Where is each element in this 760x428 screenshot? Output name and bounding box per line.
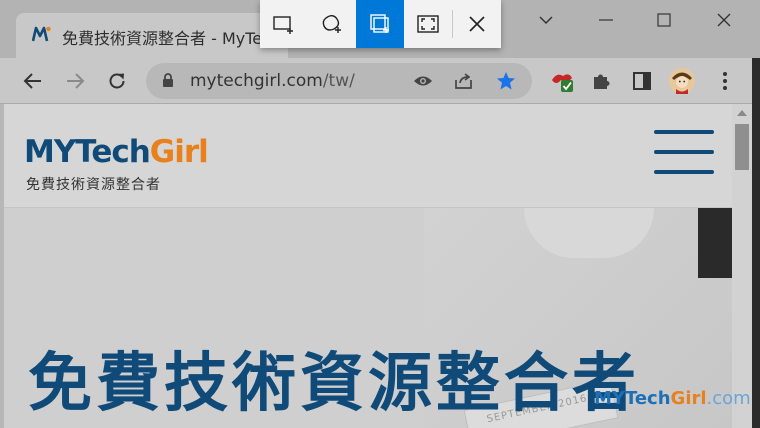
puzzle-icon: [594, 74, 610, 89]
site-logo[interactable]: MYTechGirl 免費技術資源整合者: [24, 134, 209, 193]
back-button[interactable]: [19, 67, 47, 95]
freeform-snip-icon: [322, 15, 341, 33]
logo-my: MY: [24, 134, 76, 170]
extension-logo-icon: [552, 74, 573, 92]
watermark-tech: Tech: [624, 388, 671, 409]
logo-wordmark: MYTechGirl: [24, 134, 209, 170]
chevron-down-icon: [539, 16, 553, 25]
reload-button[interactable]: [103, 67, 131, 95]
hamburger-line-icon: [654, 170, 714, 174]
window-snip-icon: [370, 14, 389, 33]
browser-tab[interactable]: 免費技術資源整合者 - MyTec: [16, 13, 288, 58]
browser-window: 免費技術資源整合者 - MyTec mytechgirl.com/tw/ MYT…: [0, 0, 760, 428]
close-snip-button[interactable]: [453, 0, 501, 48]
browser-toolbar: mytechgirl.com/tw/: [0, 58, 760, 104]
extension-button[interactable]: [548, 67, 576, 95]
side-panel-icon: [633, 72, 651, 90]
rectangular-snip-button[interactable]: [260, 0, 308, 48]
watermark-girl: Girl: [670, 388, 707, 409]
maximize-button[interactable]: [634, 5, 694, 35]
hero-photo-dark-area: [698, 208, 732, 278]
hero-photo-shape: [524, 208, 654, 258]
logo-tagline: 免費技術資源整合者: [26, 177, 161, 193]
site-header: MYTechGirl 免費技術資源整合者: [4, 104, 732, 208]
watermark-my: MY: [594, 388, 625, 409]
minimize-icon: [599, 19, 613, 21]
avatar-icon: [669, 68, 695, 94]
profile-button[interactable]: [668, 67, 696, 95]
view-button[interactable]: [411, 69, 435, 93]
reload-icon: [109, 73, 125, 89]
fullscreen-snip-icon: [417, 15, 439, 33]
window-right-border: [752, 58, 760, 428]
freeform-snip-button[interactable]: [308, 0, 356, 48]
tab-search-button[interactable]: [516, 5, 576, 35]
tab-title: 免費技術資源整合者 - MyTec: [62, 29, 271, 48]
snipping-toolbar: [260, 0, 501, 48]
close-window-button[interactable]: [694, 5, 754, 35]
hamburger-line-icon: [654, 150, 714, 154]
arrow-left-icon: [23, 73, 41, 89]
browser-menu-button[interactable]: [711, 67, 739, 95]
extensions-menu-button[interactable]: [587, 67, 615, 95]
logo-girl: Girl: [149, 134, 209, 170]
window-snip-button[interactable]: [356, 0, 404, 48]
watermark-domain: .com: [706, 388, 751, 409]
address-bar[interactable]: mytechgirl.com/tw/: [146, 63, 532, 99]
bookmark-button[interactable]: [494, 69, 518, 93]
web-page: MYTechGirl 免費技術資源整合者 SEPTEMBER 2016 免費技術…: [4, 104, 732, 428]
logo-tech: Tech: [75, 134, 150, 170]
hero-title: 免費技術資源整合者: [28, 347, 640, 421]
watermark: MYTechGirl.com: [594, 388, 751, 409]
url-domain: mytechgirl.com: [190, 71, 323, 91]
side-panel-button[interactable]: [628, 67, 656, 95]
star-icon: [497, 72, 515, 90]
site-favicon-icon: [32, 26, 51, 42]
fullscreen-snip-button[interactable]: [404, 0, 452, 48]
kebab-menu-icon: [723, 72, 727, 90]
forward-button[interactable]: [61, 67, 89, 95]
close-icon: [469, 16, 485, 32]
close-icon: [717, 13, 731, 27]
scrollbar-thumb[interactable]: [735, 124, 749, 170]
lock-icon: [163, 73, 173, 87]
scroll-up-arrow-icon[interactable]: [737, 110, 747, 116]
url-text: mytechgirl.com/tw/: [190, 71, 355, 91]
url-path: /tw/: [322, 71, 355, 91]
rectangle-snip-icon: [273, 16, 293, 34]
share-icon: [455, 73, 472, 89]
arrow-right-icon: [67, 73, 85, 89]
minimize-button[interactable]: [576, 5, 636, 35]
hamburger-menu-button[interactable]: [654, 128, 714, 178]
page-scrollbar[interactable]: [732, 104, 752, 428]
hamburger-line-icon: [654, 130, 714, 134]
eye-icon: [414, 76, 432, 86]
share-button[interactable]: [452, 69, 476, 93]
maximize-icon: [657, 13, 671, 27]
